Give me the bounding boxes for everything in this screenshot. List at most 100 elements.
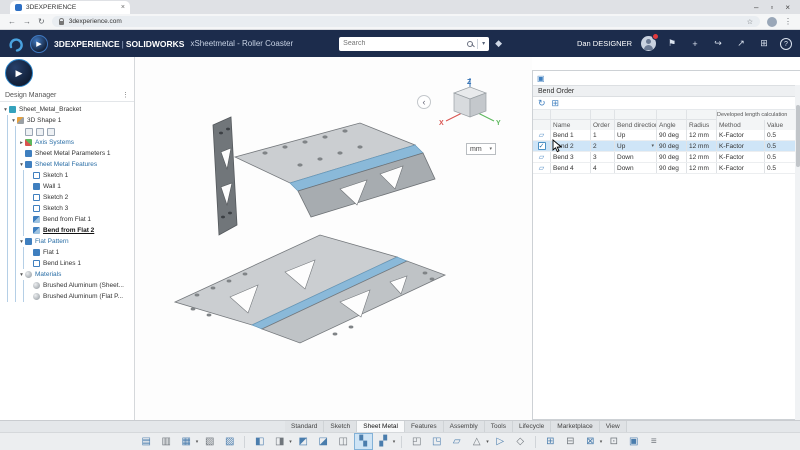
window-minimize-icon[interactable]: –: [754, 3, 758, 12]
cell-radius[interactable]: 12 mm: [687, 163, 717, 173]
table-row-bend-4[interactable]: ▱ Bend 4 4 Down 90 deg 12 mm K-Factor 0.…: [533, 163, 800, 174]
search-input[interactable]: [343, 40, 463, 47]
table-row-bend-2-selected[interactable]: ✓ Bend 2 2 Up▾ 90 deg 12 mm K-Factor 0.5: [533, 141, 800, 152]
tree-item-axis-systems[interactable]: ▸ Axis Systems: [16, 137, 134, 148]
navigation-cube[interactable]: Z X Y: [436, 75, 504, 135]
sm-tool-06-icon[interactable]: ◧: [251, 434, 268, 449]
bookmark-star-icon[interactable]: ☆: [747, 18, 753, 26]
tree-item-sketch1[interactable]: Sketch 1: [24, 170, 134, 181]
sm-tool-18-icon[interactable]: ◇: [512, 434, 529, 449]
shape-toggle-3-icon[interactable]: [47, 128, 55, 136]
cell-direction[interactable]: Down: [615, 152, 657, 162]
tree-item-sketch3[interactable]: Sketch 3: [24, 203, 134, 214]
address-bar[interactable]: 3dexperience.com ☆: [52, 16, 760, 27]
cell-angle[interactable]: 90 deg: [657, 141, 687, 151]
tree-item-bend-from-flat-2[interactable]: Bend from Flat 2: [24, 225, 134, 236]
user-name[interactable]: Dan DESIGNER: [577, 39, 632, 48]
tab-sheet-metal[interactable]: Sheet Metal: [357, 421, 405, 432]
sm-tool-13-icon[interactable]: ◰: [408, 434, 425, 449]
sm-tool-09-icon[interactable]: ◪: [315, 434, 332, 449]
cell-direction[interactable]: Up▾: [615, 141, 657, 151]
expand-closed-icon[interactable]: ▸: [18, 140, 25, 146]
sm-tool-11-icon-active[interactable]: ▚: [355, 434, 372, 449]
tree-item-flat-pattern[interactable]: ▾ Flat Pattern: [16, 236, 134, 247]
cell-method[interactable]: K-Factor: [717, 152, 765, 162]
tree-item-material-1[interactable]: Brushed Aluminum (Sheet...: [24, 280, 134, 291]
3ds-compass-fab[interactable]: ▶: [5, 59, 33, 87]
cell-order[interactable]: 4: [591, 163, 615, 173]
sm-tool-23-icon[interactable]: ▣: [625, 434, 642, 449]
search-icon[interactable]: [467, 41, 473, 47]
tab-lifecycle[interactable]: Lifecycle: [513, 421, 551, 432]
window-close-icon[interactable]: ×: [785, 3, 790, 12]
update-icon[interactable]: ↻: [538, 98, 546, 109]
cell-radius[interactable]: 12 mm: [687, 141, 717, 151]
expand-open-icon[interactable]: ▾: [18, 239, 25, 245]
sm-tool-21-icon[interactable]: ⊠: [582, 434, 599, 449]
model-left-wall[interactable]: [213, 117, 237, 235]
col-radius[interactable]: Radius: [687, 120, 717, 130]
sm-tool-08-icon[interactable]: ◩: [295, 434, 312, 449]
sm-tool-24-icon[interactable]: ≡: [645, 434, 662, 449]
expand-open-icon[interactable]: ▾: [18, 272, 25, 278]
chevron-down-icon[interactable]: ▾: [196, 439, 199, 445]
shape-toggle-1-icon[interactable]: [25, 128, 33, 136]
tree-item-materials[interactable]: ▾ Materials: [16, 269, 134, 280]
chevron-down-icon[interactable]: ▾: [393, 439, 396, 445]
tree-item-shape[interactable]: ▾ 3D Shape 1: [8, 115, 134, 126]
cell-order[interactable]: 3: [591, 152, 615, 162]
back-icon[interactable]: ←: [8, 17, 16, 26]
tab-view[interactable]: View: [600, 421, 627, 432]
cell-direction[interactable]: Down: [615, 163, 657, 173]
tree-item-sketch2[interactable]: Sketch 2: [24, 192, 134, 203]
cell-order[interactable]: 1: [591, 130, 615, 140]
sm-tool-16-icon[interactable]: △: [468, 434, 485, 449]
tab-marketplace[interactable]: Marketplace: [551, 421, 599, 432]
sm-tool-15-icon[interactable]: ▱: [448, 434, 465, 449]
table-row-bend-3[interactable]: ▱ Bend 3 3 Down 90 deg 12 mm K-Factor 0.…: [533, 152, 800, 163]
refresh-icon[interactable]: ↻: [38, 17, 45, 26]
scrollbar-track[interactable]: [795, 85, 800, 421]
sm-tool-04-icon[interactable]: ▧: [201, 434, 218, 449]
sm-tool-10-icon[interactable]: ◫: [335, 434, 352, 449]
unit-selector[interactable]: mm ▾: [466, 143, 496, 155]
user-avatar[interactable]: [641, 36, 656, 51]
browser-tab[interactable]: 3DEXPERIENCE ×: [10, 1, 130, 14]
tab-close-icon[interactable]: ×: [121, 4, 125, 11]
col-order[interactable]: Order: [591, 120, 615, 130]
sm-tool-22-icon[interactable]: ⊡: [605, 434, 622, 449]
window-maximize-icon[interactable]: ▫: [770, 3, 773, 12]
sm-tool-20-icon[interactable]: ⊟: [562, 434, 579, 449]
sm-tool-14-icon[interactable]: ◳: [428, 434, 445, 449]
tree-item-root[interactable]: ▾ Sheet_Metal_Bracket: [0, 104, 134, 115]
browser-profile-avatar[interactable]: [767, 17, 777, 27]
cell-radius[interactable]: 12 mm: [687, 130, 717, 140]
chevron-down-icon[interactable]: ▾: [289, 439, 292, 445]
cell-angle[interactable]: 90 deg: [657, 163, 687, 173]
sm-tool-07-icon[interactable]: ◨: [271, 434, 288, 449]
cell-name[interactable]: Bend 3: [551, 152, 591, 162]
sm-tool-03-icon[interactable]: ▦: [178, 434, 195, 449]
tab-sketch[interactable]: Sketch: [324, 421, 357, 432]
cell-direction[interactable]: Up: [615, 130, 657, 140]
sm-tool-02-icon[interactable]: ▥: [158, 434, 175, 449]
col-bend-direction[interactable]: Bend direction: [615, 120, 657, 130]
cell-radius[interactable]: 12 mm: [687, 152, 717, 162]
chevron-down-icon[interactable]: ▾: [486, 439, 489, 445]
expand-open-icon[interactable]: ▾: [10, 118, 17, 124]
grid-icon[interactable]: ⊞: [552, 98, 560, 109]
tree-item-sheet-metal-parameters[interactable]: Sheet Metal Parameters 1: [16, 148, 134, 159]
col-name[interactable]: Name: [551, 120, 591, 130]
col-angle[interactable]: Angle: [657, 120, 687, 130]
cell-method[interactable]: K-Factor: [717, 141, 765, 151]
col-method[interactable]: Method: [717, 120, 765, 130]
shape-toggle-2-icon[interactable]: [36, 128, 44, 136]
help-icon[interactable]: ?: [780, 38, 792, 50]
compass-icon[interactable]: ▶: [30, 35, 48, 53]
tree-item-bend-lines1[interactable]: Bend Lines 1: [24, 258, 134, 269]
tab-assembly[interactable]: Assembly: [444, 421, 485, 432]
tree-item-sheet-metal-features[interactable]: ▾ Sheet Metal Features: [16, 159, 134, 170]
tab-tools[interactable]: Tools: [485, 421, 513, 432]
apps-grid-icon[interactable]: ⊞: [757, 38, 771, 49]
sm-tool-17-icon[interactable]: ▷: [492, 434, 509, 449]
